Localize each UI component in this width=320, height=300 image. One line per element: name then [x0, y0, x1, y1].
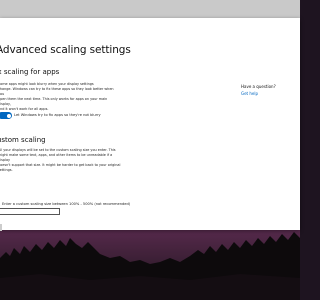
custom-scaling-field-label: Enter a custom scaling size between 100%… — [2, 202, 131, 206]
custom-scaling-description: All your displays will be set to the cus… — [0, 148, 121, 172]
background-window-strip — [0, 0, 300, 18]
fix-apps-heading: Fix scaling for apps — [0, 68, 60, 76]
toggle-knob — [6, 113, 11, 118]
custom-scaling-input[interactable] — [0, 208, 60, 215]
custom-scaling-heading: Custom scaling — [0, 136, 46, 144]
tree-silhouette — [0, 232, 300, 300]
fix-apps-description: Some apps might look blurry when your di… — [0, 82, 114, 111]
apply-button[interactable] — [0, 224, 2, 231]
get-help-link[interactable]: Get help — [241, 91, 258, 96]
fix-apps-toggle-label: Let Windows try to fix apps so they're n… — [14, 113, 101, 117]
fix-apps-toggle[interactable] — [0, 112, 12, 119]
help-question: Have a question? — [241, 84, 276, 89]
settings-window: Advanced scaling settings Fix scaling fo… — [0, 18, 300, 231]
page-title: Advanced scaling settings — [0, 44, 131, 56]
